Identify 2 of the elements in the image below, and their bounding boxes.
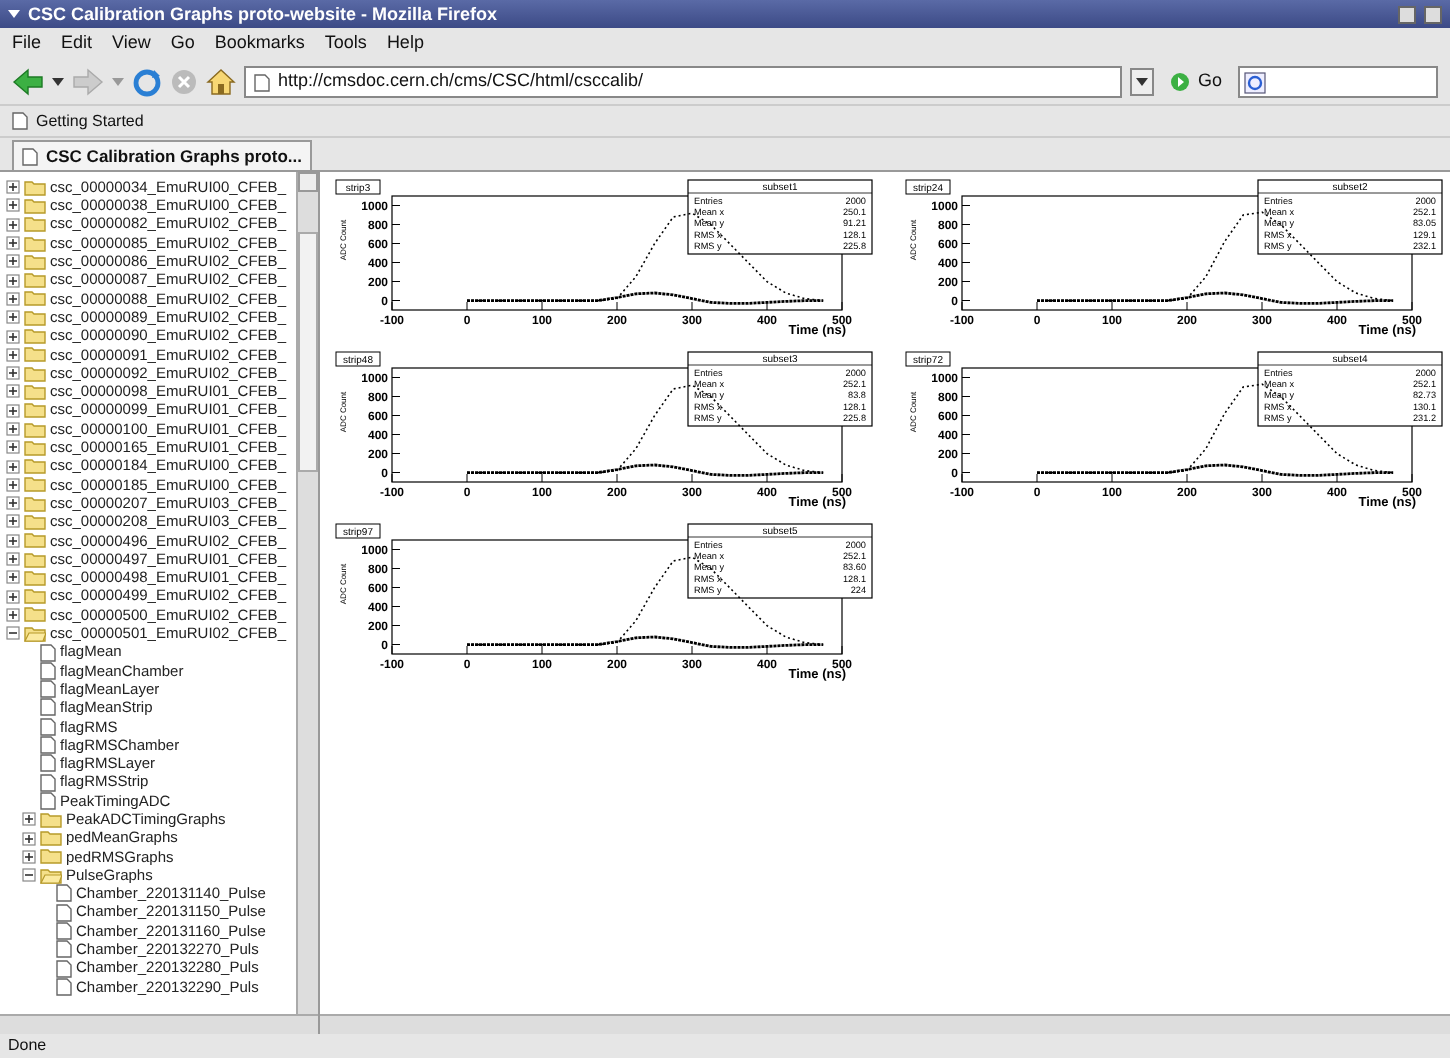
window-title: CSC Calibration Graphs proto-website - Mozilla Firefox — [28, 5, 500, 23]
status-text: Done — [8, 1034, 47, 1058]
